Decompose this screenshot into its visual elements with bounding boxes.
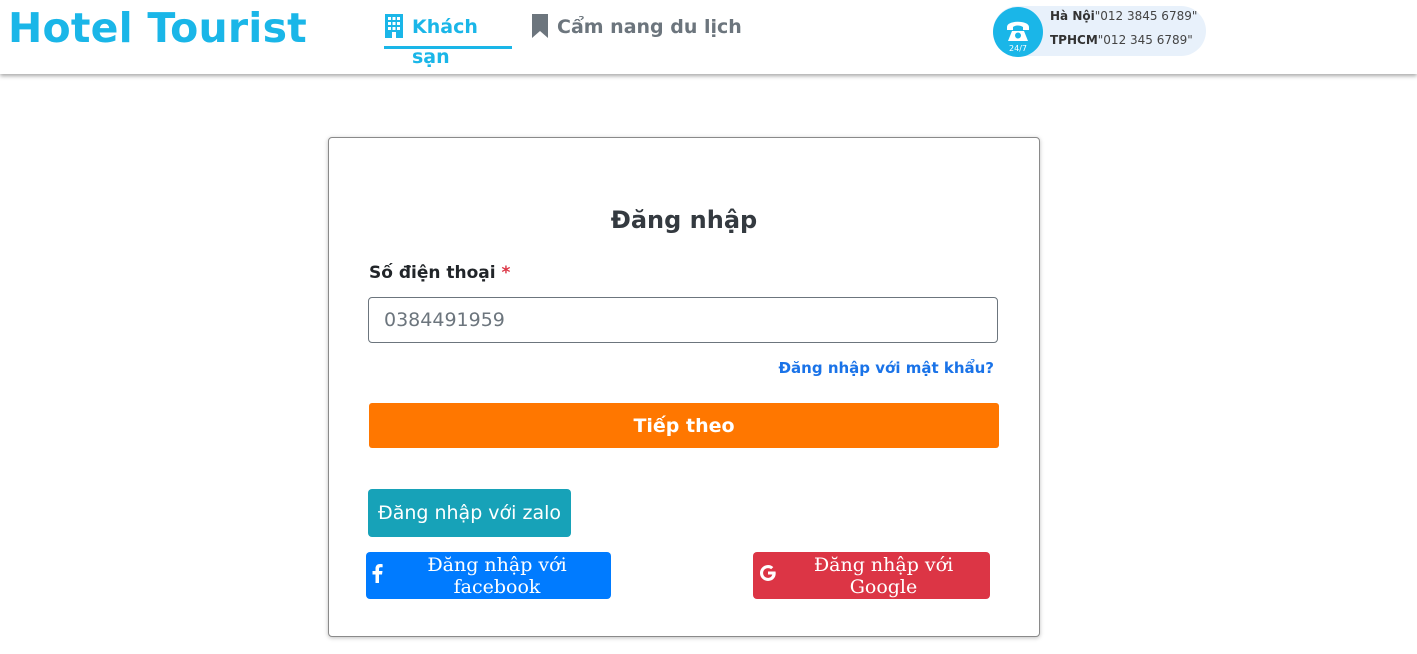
building-icon	[384, 14, 404, 38]
hotline-hanoi: Hà Nội"012 3845 6789"	[1050, 8, 1197, 24]
facebook-icon	[372, 563, 383, 588]
phone-label-text: Số điện thoại	[369, 263, 496, 283]
required-mark: *	[501, 263, 511, 283]
top-header: Hotel Tourist Khách sạn Cẩm nang du lịch…	[0, 0, 1417, 74]
hotline-badge: 24/7	[1009, 44, 1027, 53]
hotline-box: 24/7 Hà Nội"012 3845 6789" TPHCM"012 345…	[993, 6, 1206, 57]
google-login-button[interactable]: Đăng nhập với Google	[753, 552, 990, 599]
login-title: Đăng nhập	[610, 206, 758, 234]
facebook-login-button[interactable]: Đăng nhập với facebook	[366, 552, 611, 599]
zalo-login-button[interactable]: Đăng nhập với zalo	[368, 489, 571, 537]
hotline-hcm: TPHCM"012 345 6789"	[1050, 32, 1193, 48]
hotline-number-hcm: "012 345 6789"	[1097, 33, 1193, 47]
phone-24-7-icon: 24/7	[993, 7, 1043, 57]
nav-label-travel-guide: Cẩm nang du lịch	[557, 16, 742, 38]
nav-label-hotels: Khách sạn	[412, 16, 478, 68]
facebook-button-label: Đăng nhập với facebook	[427, 553, 567, 598]
phone-input[interactable]	[368, 297, 998, 343]
hotline-number-hanoi: "012 3845 6789"	[1094, 9, 1198, 23]
nav-item-hotels[interactable]: Khách sạn	[384, 12, 512, 68]
bookmark-icon	[531, 14, 549, 38]
phone-label: Số điện thoại *	[369, 262, 510, 284]
login-with-password-link[interactable]: Đăng nhập với mật khẩu?	[778, 358, 994, 378]
nav-item-travel-guide[interactable]: Cẩm nang du lịch	[531, 12, 742, 46]
brand-logo[interactable]: Hotel Tourist	[8, 2, 307, 54]
hotline-city-hanoi: Hà Nội	[1050, 9, 1095, 23]
login-card: Đăng nhập Số điện thoại * Đăng nhập với …	[328, 137, 1040, 637]
next-button[interactable]: Tiếp theo	[369, 403, 999, 448]
google-icon	[759, 564, 777, 587]
google-button-label: Đăng nhập với Google	[813, 553, 954, 598]
hotline-city-hcm: TPHCM	[1050, 33, 1098, 47]
